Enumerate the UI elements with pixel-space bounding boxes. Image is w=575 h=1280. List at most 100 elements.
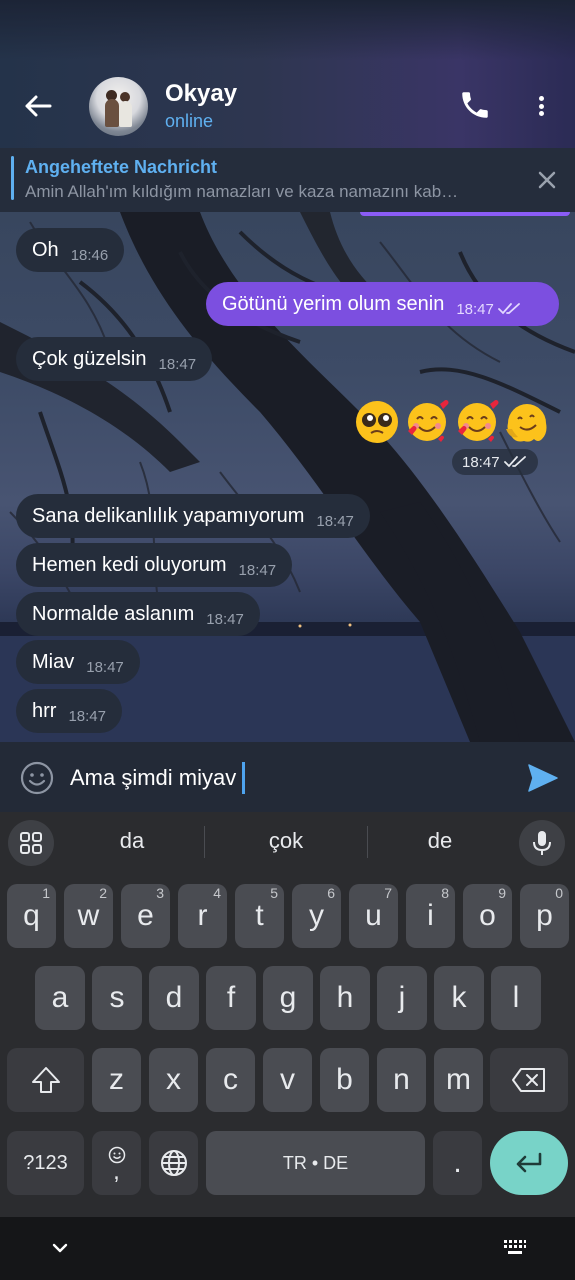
message-bubble-incoming[interactable]: Normalde aslanım 18:47 xyxy=(16,592,260,636)
key-a[interactable]: a xyxy=(35,966,85,1030)
key-number-hint: 1 xyxy=(42,885,50,901)
message-text: Çok güzelsin xyxy=(32,347,147,370)
navigation-bar xyxy=(0,1217,575,1280)
melting-face-emoji xyxy=(506,404,547,442)
key-label: q xyxy=(23,899,40,932)
key-number-hint: 2 xyxy=(99,885,107,901)
key-number-hint: 4 xyxy=(213,885,221,901)
message-bubble-incoming[interactable]: Hemen kedi oluyorum 18:47 xyxy=(16,543,293,587)
contact-name[interactable]: Okyay xyxy=(165,80,237,108)
phone-icon xyxy=(462,92,488,118)
key-number-hint: 0 xyxy=(555,885,563,901)
message-bubble-incoming[interactable]: Oh 18:46 xyxy=(16,228,125,272)
voice-input-button[interactable] xyxy=(519,820,565,866)
message-time: 18:47 xyxy=(158,355,197,373)
message-input[interactable]: Ama şimdi miyav xyxy=(70,762,246,794)
message-bubble-incoming[interactable]: Çok güzelsin 18:47 xyxy=(16,337,213,381)
suggestion-3[interactable]: de xyxy=(380,828,500,854)
pinned-indicator xyxy=(11,156,14,200)
message-text: Götünü yerim olum senin xyxy=(222,292,445,315)
suggestion-bar: da çok de xyxy=(0,812,575,872)
key-j[interactable]: j xyxy=(377,966,427,1030)
more-options-icon[interactable] xyxy=(530,90,552,122)
key-x[interactable]: x xyxy=(149,1048,198,1112)
suggestion-1[interactable]: da xyxy=(72,828,192,854)
apps-grid-icon xyxy=(20,832,42,854)
backspace-icon xyxy=(512,1068,545,1092)
key-number-hint: 3 xyxy=(156,885,164,901)
microphone-icon xyxy=(533,831,551,855)
suggestion-2[interactable]: çok xyxy=(220,828,352,854)
avatar[interactable] xyxy=(89,77,148,136)
key-b[interactable]: b xyxy=(320,1048,369,1112)
key-q[interactable]: q1 xyxy=(7,884,56,948)
key-h[interactable]: h xyxy=(320,966,370,1030)
message-text: Miav xyxy=(32,650,75,673)
key-label: r xyxy=(197,899,208,932)
space-key[interactable]: TR • DE xyxy=(206,1131,425,1195)
key-r[interactable]: r4 xyxy=(178,884,227,948)
close-icon xyxy=(538,171,556,189)
key-w[interactable]: w2 xyxy=(64,884,113,948)
pinned-message[interactable]: Angeheftete Nachricht Amin Allah'ım kıld… xyxy=(0,148,575,212)
key-label: u xyxy=(365,899,382,932)
symbols-key[interactable]: ?123 xyxy=(7,1131,84,1195)
key-c[interactable]: c xyxy=(206,1048,255,1112)
message-text: Hemen kedi oluyorum xyxy=(32,553,227,576)
emoji-button[interactable] xyxy=(20,761,54,795)
key-g[interactable]: g xyxy=(263,966,313,1030)
key-m[interactable]: m xyxy=(434,1048,483,1112)
key-s[interactable]: s xyxy=(92,966,142,1030)
key-o[interactable]: o9 xyxy=(463,884,512,948)
message-bubble-outgoing[interactable]: Götünü yerim olum senin 18:47 xyxy=(206,282,559,326)
key-i[interactable]: i8 xyxy=(406,884,455,948)
call-button[interactable] xyxy=(458,88,492,122)
key-label: y xyxy=(309,899,324,932)
shift-key[interactable] xyxy=(7,1048,84,1112)
message-time: 18:46 xyxy=(70,246,109,264)
emoji-message[interactable] xyxy=(354,399,550,449)
message-bubble-incoming[interactable]: Miav 18:47 xyxy=(16,640,140,684)
key-t[interactable]: t5 xyxy=(235,884,284,948)
enter-key[interactable] xyxy=(490,1131,568,1195)
key-y[interactable]: y6 xyxy=(292,884,341,948)
key-number-hint: 8 xyxy=(441,885,449,901)
key-e[interactable]: e3 xyxy=(121,884,170,948)
suggestion-divider xyxy=(367,826,368,858)
key-f[interactable]: f xyxy=(206,966,256,1030)
message-text: Sana delikanlılık yapamıyorum xyxy=(32,504,305,527)
message-bubble-incoming[interactable]: hrr 18:47 xyxy=(16,689,122,733)
key-u[interactable]: u7 xyxy=(349,884,398,948)
read-ticks-icon xyxy=(503,456,526,468)
pleading-face-emoji xyxy=(356,401,398,443)
hide-keyboard-button[interactable] xyxy=(48,1236,72,1260)
back-button[interactable] xyxy=(18,86,58,126)
keyboard-menu-button[interactable] xyxy=(8,820,54,866)
emoji-comma-key[interactable]: , xyxy=(92,1131,141,1195)
globe-icon xyxy=(160,1150,187,1176)
chat-header xyxy=(0,0,575,150)
key-number-hint: 6 xyxy=(327,885,335,901)
backspace-key[interactable] xyxy=(490,1048,568,1112)
pinned-text: Amin Allah'ım kıldığım namazları ve kaza… xyxy=(25,182,459,201)
close-pinned-button[interactable] xyxy=(534,167,560,193)
key-d[interactable]: d xyxy=(149,966,199,1030)
key-p[interactable]: p0 xyxy=(520,884,569,948)
key-n[interactable]: n xyxy=(377,1048,426,1112)
period-key[interactable]: . xyxy=(433,1131,482,1195)
message-bubble-incoming[interactable]: Sana delikanlılık yapamıyorum 18:47 xyxy=(16,494,370,538)
send-button[interactable] xyxy=(526,762,560,794)
language-key[interactable] xyxy=(149,1131,198,1195)
key-v[interactable]: v xyxy=(263,1048,312,1112)
key-label: p xyxy=(536,899,553,932)
smiling-face-with-hearts-emoji xyxy=(408,400,449,442)
message-input-value: Ama şimdi miyav xyxy=(70,765,237,790)
key-l[interactable]: l xyxy=(491,966,541,1030)
key-k[interactable]: k xyxy=(434,966,484,1030)
key-number-hint: 9 xyxy=(498,885,506,901)
message-time: 18:47 xyxy=(86,658,124,676)
key-label: o xyxy=(479,899,496,932)
send-icon xyxy=(528,764,558,792)
keyboard-switch-button[interactable] xyxy=(503,1238,527,1258)
key-z[interactable]: z xyxy=(92,1048,141,1112)
